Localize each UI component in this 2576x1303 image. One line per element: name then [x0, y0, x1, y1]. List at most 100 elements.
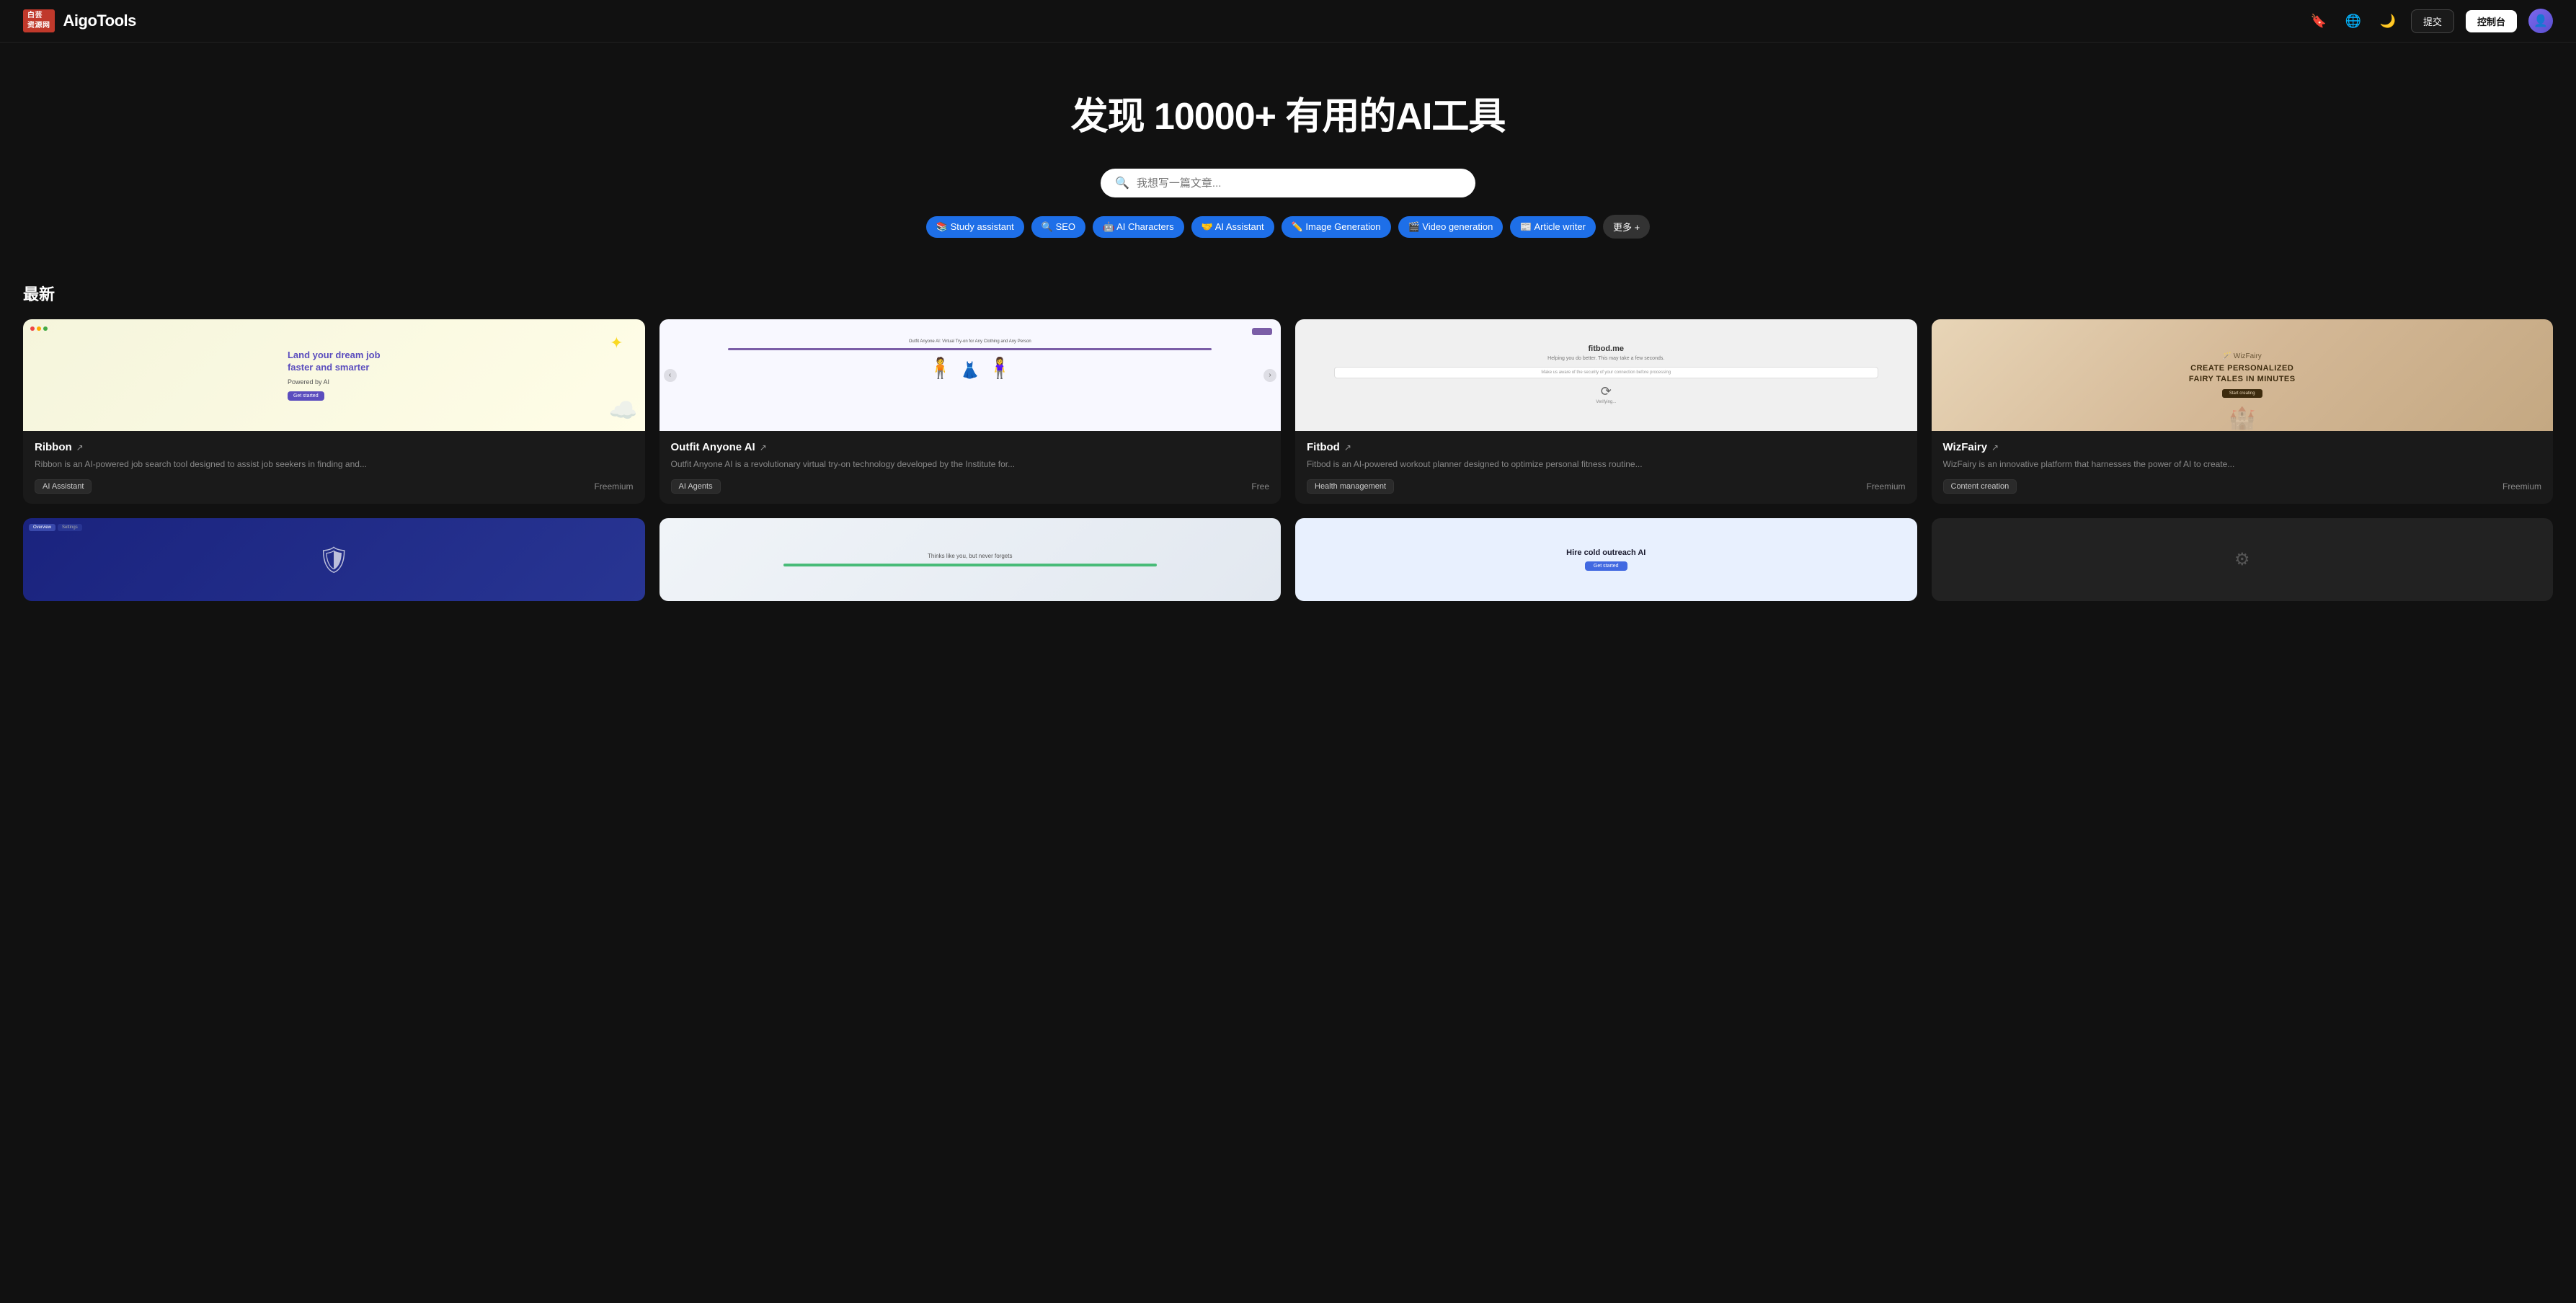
latest-section: 最新 Land your dream jobfaster and smarter… [0, 267, 2576, 623]
cards-grid-bottom: 🛡 Overview Settings Thinks like you, but… [23, 518, 2553, 601]
tags-row: 📚 Study assistant 🔍 SEO 🤖 AI Characters … [14, 215, 2562, 239]
cards-grid-top: Land your dream jobfaster and smarter Po… [23, 319, 2553, 504]
header-left: 白芸 资源网 AigoTools [23, 9, 136, 32]
card-fitbod[interactable]: fitbod.me Helping you do better. This ma… [1295, 319, 1917, 504]
tag-seo[interactable]: 🔍 SEO [1031, 216, 1085, 238]
ribbon-headline: Land your dream jobfaster and smarter [288, 350, 381, 374]
card-tag-wizfairy: Content creation [1943, 479, 2017, 494]
search-input[interactable] [1137, 177, 1461, 190]
ribbon-dots [30, 326, 48, 331]
card-tag-ribbon: AI Assistant [35, 479, 92, 494]
tag-image-generation[interactable]: ✏️ Image Generation [1282, 216, 1391, 238]
external-link-icon-wizfairy: ↗ [1991, 443, 1999, 453]
card-name-row-fitbod: Fitbod ↗ [1307, 441, 1906, 453]
card-wizfairy[interactable]: 🪄 WizFairy CREATE PERSONALIZEDFAIRY TALE… [1932, 319, 2554, 504]
card-name-ribbon: Ribbon [35, 441, 72, 453]
avatar[interactable]: 👤 [2528, 9, 2553, 33]
card-body-ribbon: Ribbon ↗ Ribbon is an AI-powered job sea… [23, 431, 645, 504]
hero-title: 发现 10000+ 有用的AI工具 [14, 86, 2562, 140]
placeholder-icon: ⚙ [2234, 549, 2250, 570]
outfit-arrows: ‹ › [659, 369, 1282, 382]
card-body-fitbod: Fitbod ↗ Fitbod is an AI-powered workout… [1295, 431, 1917, 504]
card-thinks[interactable]: Thinks like you, but never forgets [659, 518, 1282, 601]
card-outfit[interactable]: Outfit Anyone AI: Virtual Try-on for Any… [659, 319, 1282, 504]
wizfairy-logo: 🪄 WizFairy [2189, 352, 2296, 360]
console-button[interactable]: 控制台 [2466, 10, 2517, 32]
wizfairy-headline: CREATE PERSONALIZEDFAIRY TALES IN MINUTE… [2189, 363, 2296, 386]
card-name-fitbod: Fitbod [1307, 441, 1340, 453]
fitbod-tagline: Helping you do better. This may take a f… [1547, 356, 1664, 361]
card-desc-outfit: Outfit Anyone AI is a revolutionary virt… [671, 458, 1270, 471]
wizfairy-text: 🪄 WizFairy CREATE PERSONALIZEDFAIRY TALE… [2189, 352, 2296, 399]
card-shield[interactable]: 🛡 Overview Settings [23, 518, 645, 601]
header: 白芸 资源网 AigoTools 🔖 🌐 🌙 提交 控制台 👤 [0, 0, 2576, 43]
card-image-shield: 🛡 Overview Settings [23, 518, 645, 601]
search-icon: 🔍 [1115, 176, 1129, 190]
thinks-bar [783, 564, 1157, 566]
site-title: AigoTools [63, 12, 136, 30]
card-desc-ribbon: Ribbon is an AI-powered job search tool … [35, 458, 634, 471]
outfit-arrow-left[interactable]: ‹ [664, 369, 677, 382]
ribbon-content: Land your dream jobfaster and smarter Po… [273, 335, 395, 415]
fitbod-spinner: ⟳ [1601, 384, 1612, 399]
card-footer-fitbod: Health management Freemium [1307, 479, 1906, 494]
shield-tabs: Overview Settings [29, 524, 82, 531]
card-pricing-wizfairy: Freemium [2502, 481, 2541, 492]
logo-badge: 白芸 资源网 [23, 9, 55, 32]
card-image-fitbod: fitbod.me Helping you do better. This ma… [1295, 319, 1917, 431]
globe-icon[interactable]: 🌐 [2342, 9, 2365, 32]
card-footer-ribbon: AI Assistant Freemium [35, 479, 634, 494]
tag-ai-assistant[interactable]: 🤝 AI Assistant [1191, 216, 1274, 238]
card-pricing-fitbod: Freemium [1866, 481, 1905, 492]
card-body-outfit: Outfit Anyone AI ↗ Outfit Anyone AI is a… [659, 431, 1282, 504]
hire-btn[interactable]: Get started [1585, 561, 1627, 571]
tag-ai-characters[interactable]: 🤖 AI Characters [1093, 216, 1184, 238]
card-image-ribbon: Land your dream jobfaster and smarter Po… [23, 319, 645, 431]
card-name-outfit: Outfit Anyone AI [671, 441, 755, 453]
card-name-row-ribbon: Ribbon ↗ [35, 441, 634, 453]
card-name-wizfairy: WizFairy [1943, 441, 1988, 453]
card-pricing-ribbon: Freemium [594, 481, 633, 492]
card-tag-fitbod: Health management [1307, 479, 1394, 494]
fitbod-desc: Verifying... [1596, 399, 1616, 405]
card-image-outfit: Outfit Anyone AI: Virtual Try-on for Any… [659, 319, 1282, 431]
search-bar: 🔍 [1101, 169, 1475, 197]
thinks-text: Thinks like you, but never forgets [922, 553, 1018, 559]
fitbod-input: Make us aware of the security of your co… [1334, 367, 1878, 378]
search-container: 🔍 [14, 169, 2562, 197]
outfit-title-bar: Outfit Anyone AI: Virtual Try-on for Any… [909, 339, 1031, 344]
card-tag-outfit: AI Agents [671, 479, 721, 494]
outfit-btn [1252, 328, 1272, 335]
hero-section: 发现 10000+ 有用的AI工具 🔍 📚 Study assistant 🔍 … [0, 43, 2576, 267]
card-ribbon[interactable]: Land your dream jobfaster and smarter Po… [23, 319, 645, 504]
shield-icon: 🛡 [317, 545, 350, 575]
card-pricing-outfit: Free [1251, 481, 1269, 492]
header-right: 🔖 🌐 🌙 提交 控制台 👤 [2307, 9, 2553, 33]
card-name-row-wizfairy: WizFairy ↗ [1943, 441, 2542, 453]
wizfairy-cta[interactable]: Start creating [2222, 389, 2262, 398]
tag-article-writer[interactable]: 📰 Article writer [1510, 216, 1596, 238]
card-image-hire: Hire cold outreach AI Get started [1295, 518, 1917, 601]
outfit-progress [728, 348, 1212, 350]
hire-cold-outreach-title: Hire cold outreach AI [1566, 548, 1645, 557]
card-image-wizfairy: 🪄 WizFairy CREATE PERSONALIZEDFAIRY TALE… [1932, 319, 2554, 431]
tab1: Overview [29, 524, 55, 531]
tag-more[interactable]: 更多 + [1603, 215, 1650, 239]
card-hire-outreach[interactable]: Hire cold outreach AI Get started [1295, 518, 1917, 601]
wizfairy-castle-icon: 🏰 [1932, 395, 2554, 431]
tag-study-assistant[interactable]: 📚 Study assistant [926, 216, 1024, 238]
bookmark-icon[interactable]: 🔖 [2307, 9, 2330, 32]
card-placeholder[interactable]: ⚙ [1932, 518, 2554, 601]
tag-video-generation[interactable]: 🎬 Video generation [1398, 216, 1504, 238]
moon-icon[interactable]: 🌙 [2376, 9, 2399, 32]
external-link-icon-outfit: ↗ [760, 443, 767, 453]
submit-button[interactable]: 提交 [2411, 9, 2454, 33]
card-image-thinks: Thinks like you, but never forgets [659, 518, 1282, 601]
card-desc-fitbod: Fitbod is an AI-powered workout planner … [1307, 458, 1906, 471]
external-link-icon: ↗ [76, 443, 84, 453]
external-link-icon-fitbod: ↗ [1344, 443, 1351, 453]
ribbon-sub: Powered by AI [288, 378, 381, 386]
outfit-top-bar [668, 328, 1273, 335]
outfit-arrow-right[interactable]: › [1263, 369, 1276, 382]
ribbon-cta: Get started [288, 391, 324, 401]
